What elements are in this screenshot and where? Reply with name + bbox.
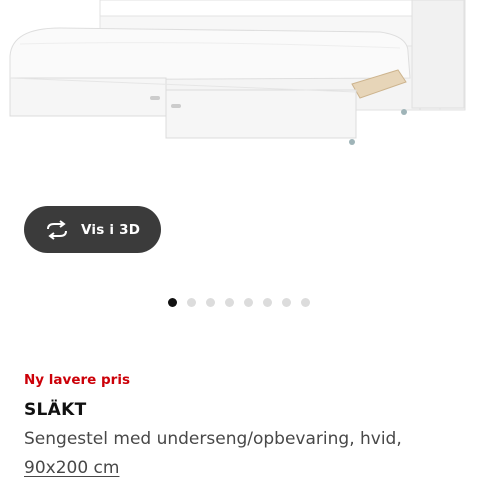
carousel-dot[interactable]: [263, 298, 272, 307]
product-description: Sengestel med underseng/opbevaring, hvid…: [24, 429, 402, 449]
image-carousel-indicator: [168, 298, 310, 307]
carousel-dot[interactable]: [282, 298, 291, 307]
view-in-3d-label: Vis i 3D: [81, 221, 141, 238]
carousel-dot[interactable]: [225, 298, 234, 307]
carousel-dot[interactable]: [187, 298, 196, 307]
price-badge: Ny lavere pris: [24, 372, 130, 388]
carousel-dot[interactable]: [206, 298, 215, 307]
rotate-3d-icon: [44, 219, 70, 240]
carousel-dot[interactable]: [168, 298, 177, 307]
product-size-link[interactable]: 90x200 cm: [24, 458, 119, 478]
view-in-3d-button[interactable]: Vis i 3D: [24, 206, 161, 253]
carousel-dot[interactable]: [244, 298, 253, 307]
carousel-dot[interactable]: [301, 298, 310, 307]
product-image: [9, 0, 466, 145]
product-name: SLÄKT: [24, 400, 87, 420]
